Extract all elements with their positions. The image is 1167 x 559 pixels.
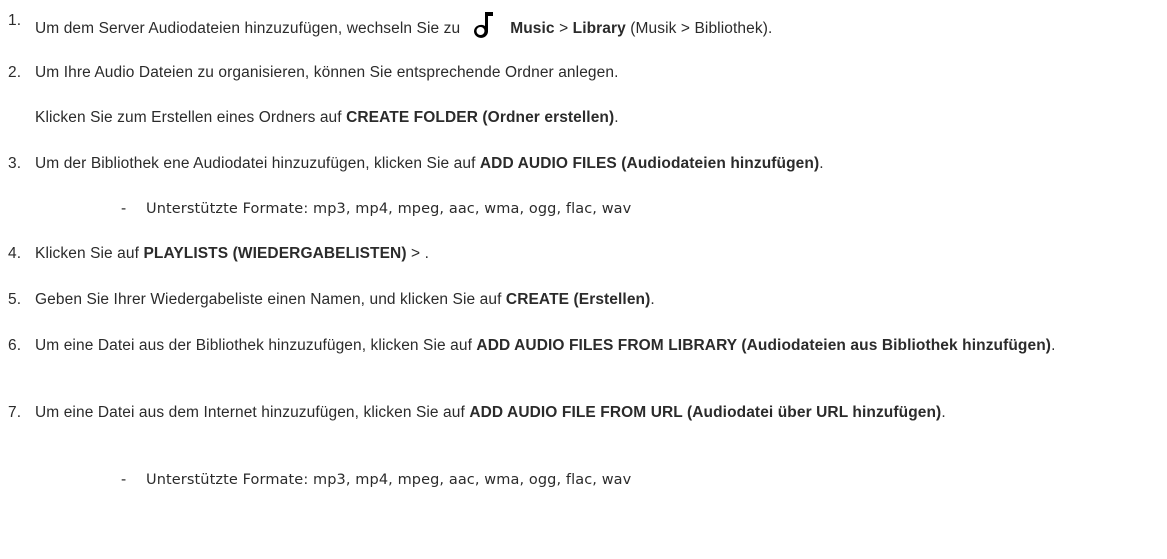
- bullet-text: Unterstützte Formate: mp3, mp4, mpeg, aa…: [146, 472, 632, 488]
- create-folder-label: CREATE FOLDER (Ordner erstellen): [346, 109, 615, 126]
- step-number: 3.: [8, 155, 22, 172]
- step-number: 6.: [8, 337, 22, 354]
- step-text: Um Ihre Audio Dateien zu organisieren, k…: [35, 64, 619, 81]
- step-number: 1.: [8, 12, 22, 29]
- playlists-label: PLAYLISTS (WIEDERGABELISTEN): [143, 245, 407, 262]
- dash-bullet: -: [121, 471, 127, 488]
- library-menu-label: Library: [572, 20, 626, 37]
- step-number: 2.: [8, 64, 22, 81]
- add-from-url-label: ADD AUDIO FILE FROM URL (Audiodatei über…: [469, 404, 942, 421]
- bullet-text: Unterstützte Formate: mp3, mp4, mpeg, aa…: [146, 201, 632, 217]
- step-number: 5.: [8, 291, 22, 308]
- step-text: Um dem Server Audiodateien hinzuzufügen,…: [35, 20, 461, 37]
- music-menu-label: Music: [510, 20, 555, 37]
- create-label: CREATE (Erstellen): [505, 291, 651, 308]
- step-number: 4.: [8, 245, 22, 262]
- add-from-library-label: ADD AUDIO FILES FROM LIBRARY (Audiodatei…: [476, 337, 1052, 354]
- step-number: 7.: [8, 404, 22, 421]
- music-note-icon: [472, 11, 494, 45]
- add-audio-files-label: ADD AUDIO FILES (Audiodateien hinzufügen…: [479, 155, 820, 172]
- dash-bullet: -: [121, 200, 127, 217]
